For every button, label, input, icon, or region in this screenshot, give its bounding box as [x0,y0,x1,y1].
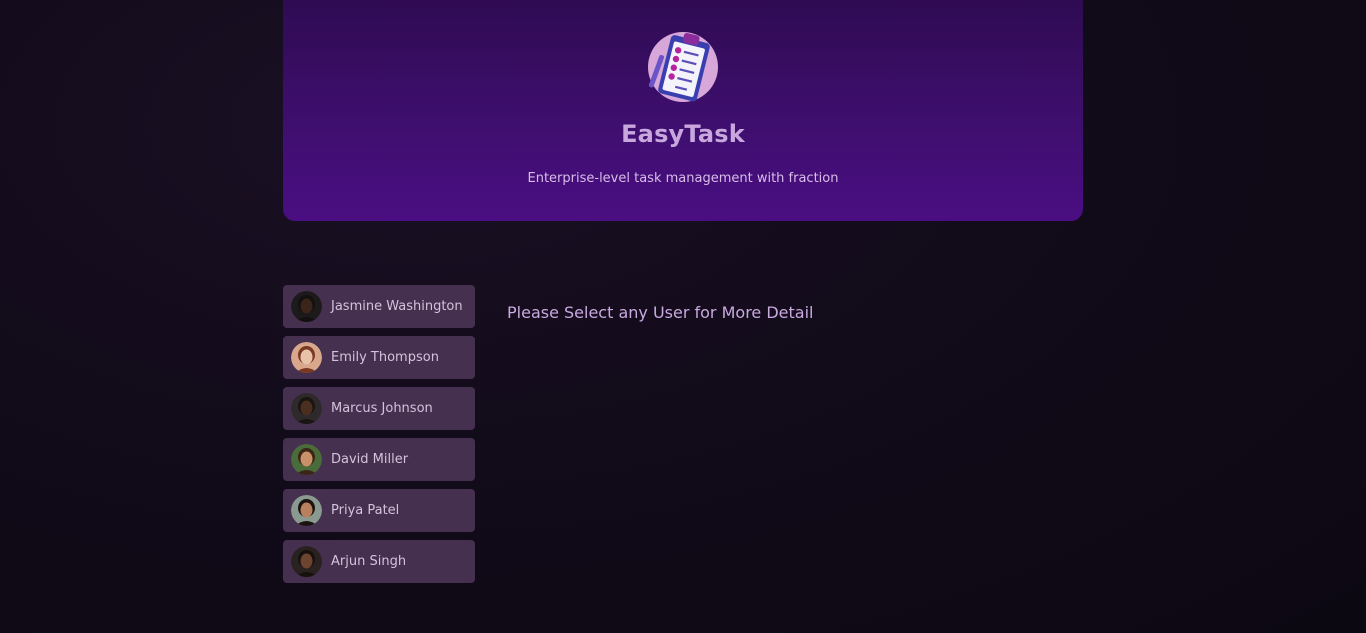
user-name: Jasmine Washington [331,299,463,314]
user-item-david-miller[interactable]: David Miller [283,438,475,481]
user-name: Priya Patel [331,503,400,518]
avatar [291,393,322,424]
user-name: Marcus Johnson [331,401,433,416]
avatar [291,291,322,322]
avatar [291,495,322,526]
avatar [291,546,322,577]
user-item-emily-thompson[interactable]: Emily Thompson [283,336,475,379]
app-header: EasyTask Enterprise-level task managemen… [283,0,1083,221]
select-user-prompt: Please Select any User for More Detail [507,303,814,322]
user-item-marcus-johnson[interactable]: Marcus Johnson [283,387,475,430]
user-name: David Miller [331,452,409,467]
user-item-arjun-singh[interactable]: Arjun Singh [283,540,475,583]
avatar [291,444,322,475]
user-list: Jasmine Washington Emily Thompson Marcus… [283,285,475,591]
user-item-priya-patel[interactable]: Priya Patel [283,489,475,532]
app-title: EasyTask [621,120,745,148]
user-item-jasmine-washington[interactable]: Jasmine Washington [283,285,475,328]
app-subtitle: Enterprise-level task management with fr… [527,171,839,186]
clipboard-checklist-icon [647,28,719,104]
user-name: Arjun Singh [331,554,407,569]
avatar [291,342,322,373]
user-name: Emily Thompson [331,350,439,365]
